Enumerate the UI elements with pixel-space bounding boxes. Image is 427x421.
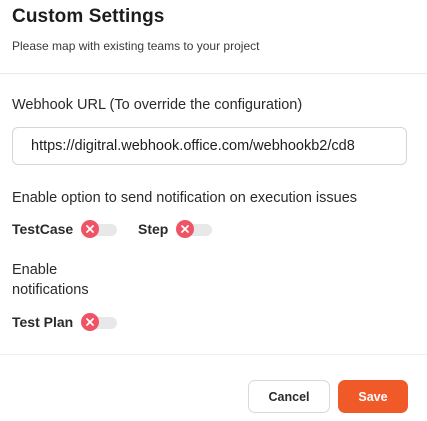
enable-notifications-label: Enable notifications (12, 262, 89, 298)
cancel-button[interactable]: Cancel (248, 380, 330, 413)
webhook-url-label: Webhook URL (To override the configurati… (12, 97, 303, 113)
testcase-toggle-row: TestCase (12, 220, 118, 238)
webhook-url-input[interactable] (12, 127, 407, 165)
custom-settings-dialog: Custom Settings Please map with existing… (0, 0, 427, 421)
step-toggle[interactable] (176, 220, 213, 238)
step-toggle-row: Step (138, 220, 213, 238)
x-icon (86, 318, 95, 326)
step-toggle-label: Step (138, 221, 169, 237)
test-plan-toggle-row: Test Plan (12, 313, 118, 331)
header-divider (0, 73, 427, 74)
test-plan-toggle[interactable] (81, 313, 118, 331)
x-icon (86, 225, 95, 233)
testcase-toggle-label: TestCase (12, 221, 74, 237)
testcase-toggle[interactable] (81, 220, 118, 238)
dialog-subtitle: Please map with existing teams to your p… (12, 39, 260, 53)
save-button[interactable]: Save (338, 380, 408, 413)
dialog-title: Custom Settings (12, 6, 165, 27)
execution-issues-label: Enable option to send notification on ex… (12, 190, 358, 206)
test-plan-toggle-label: Test Plan (12, 314, 74, 330)
x-icon (181, 225, 190, 233)
footer-divider (0, 354, 427, 355)
